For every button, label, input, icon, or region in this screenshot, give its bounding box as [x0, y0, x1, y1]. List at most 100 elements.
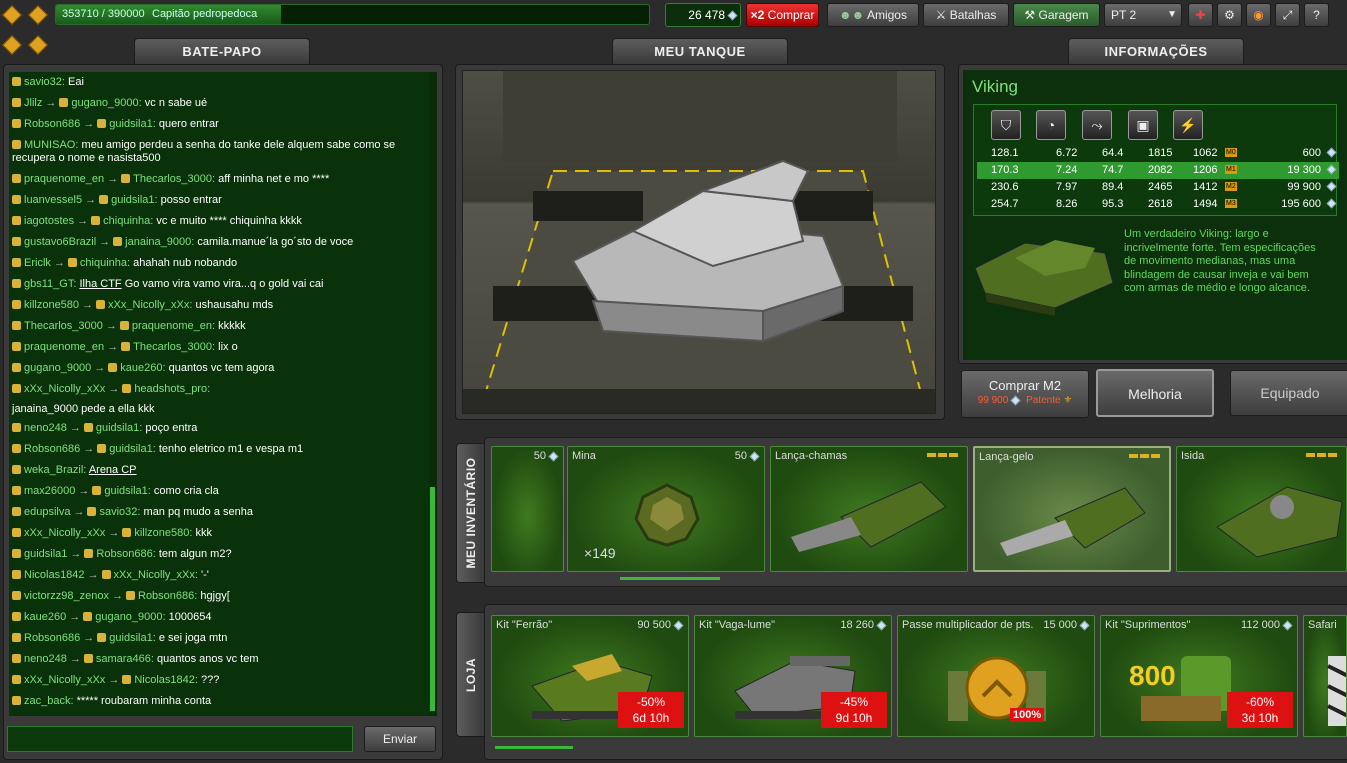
fullscreen-button[interactable]: ⤢	[1275, 3, 1300, 27]
stats-row[interactable]: 170.3 7.24 74.7 2082 1206 M1 19 300	[977, 162, 1339, 179]
chat-sender[interactable]: Robson686	[24, 632, 80, 644]
rank-icon	[101, 570, 111, 579]
inventory-item[interactable]: Isida	[1176, 446, 1347, 572]
chat-recipient[interactable]: janaina_9000:	[125, 236, 194, 248]
inventory-item[interactable]: 50	[491, 446, 564, 572]
chat-recipient[interactable]: kaue260:	[120, 362, 165, 374]
shop-item-price: 90 500	[637, 619, 684, 631]
chat-scrollbar[interactable]	[429, 72, 437, 716]
chat-sender[interactable]: Ericlk	[24, 257, 51, 269]
chat-sender[interactable]: gugano_9000	[24, 362, 91, 374]
chat-recipient[interactable]: guidsila1:	[109, 632, 155, 644]
crystal-icon	[1326, 181, 1337, 192]
chat-sender[interactable]: neno248	[24, 653, 67, 665]
chat-recipient[interactable]: Thecarlos_3000:	[133, 341, 215, 353]
stats-row[interactable]: 254.7 8.26 95.3 2618 1494 M3 195 600	[977, 196, 1339, 213]
shop-item[interactable]: Safari	[1303, 615, 1347, 737]
chat-sender[interactable]: edupsilva	[24, 506, 70, 518]
help-button[interactable]: ?	[1304, 3, 1329, 27]
settings-button[interactable]: ⚙	[1217, 3, 1242, 27]
chat-recipient[interactable]: chiquinha:	[103, 215, 153, 227]
chat-sender[interactable]: savio32:	[24, 76, 65, 88]
chat-sender[interactable]: gbs11_GT:	[24, 278, 76, 290]
chat-recipient[interactable]: guidsila1:	[109, 118, 155, 130]
buy-m2-button[interactable]: Comprar M2 99 900 Patente ⚜	[961, 370, 1089, 418]
chat-sender[interactable]: praquenome_en	[24, 173, 104, 185]
shop-item[interactable]: Kit "Suprimentos" 112 000 800 -60% 3d 10h	[1100, 615, 1298, 737]
chat-recipient[interactable]: savio32:	[99, 506, 140, 518]
chat-recipient[interactable]: praquenome_en:	[132, 320, 215, 332]
chat-recipient[interactable]: gugano_9000:	[95, 611, 165, 623]
inventory-item[interactable]: Mina 50 ×149	[567, 446, 765, 572]
stats-row[interactable]: 128.1 6.72 64.4 1815 1062 M0 600	[977, 145, 1339, 162]
shop-item[interactable]: Kit "Vaga-lume" 18 260 -45% 9d 10h	[694, 615, 892, 737]
chat-recipient[interactable]: guidsila1:	[104, 485, 150, 497]
inventory-item[interactable]: Lança-chamas	[770, 446, 968, 572]
chat-sender[interactable]: kaue260	[24, 611, 66, 623]
chat-message: neno248 → guidsila1: poço entra	[9, 418, 429, 439]
chat-sender[interactable]: Jlilz	[24, 97, 42, 109]
chat-sender[interactable]: victorzz98_zenox	[24, 590, 109, 602]
chat-sender[interactable]: weka_Brazil:	[24, 464, 86, 476]
chat-recipient[interactable]: Thecarlos_3000:	[133, 173, 215, 185]
chat-sender[interactable]: xXx_Nicolly_xXx	[24, 527, 105, 539]
shop-item[interactable]: Passe multiplicador de pts. 15 000 100%	[897, 615, 1095, 737]
inventory-item[interactable]: Lança-gelo	[973, 446, 1171, 572]
chat-recipient[interactable]: Robson686:	[96, 548, 155, 560]
chat-sender[interactable]: Nicolas1842	[24, 569, 85, 581]
language-select[interactable]: PT 2 ▼	[1104, 3, 1182, 27]
chat-recipient[interactable]: guidsila1:	[96, 422, 142, 434]
rank-icon	[12, 633, 21, 642]
chat-recipient[interactable]: Robson686:	[138, 590, 197, 602]
stat-value: 2082	[1148, 164, 1173, 176]
help-icon: ?	[1313, 8, 1320, 22]
chat-sender[interactable]: neno248	[24, 422, 67, 434]
buy-crystals-button[interactable]: ×2 Comprar	[746, 3, 819, 27]
garage-button[interactable]: ⚒ Garagem	[1013, 3, 1100, 27]
equipped-button[interactable]: Equipado	[1230, 370, 1347, 416]
rank-name: Capitão pedropedoca	[152, 8, 258, 20]
sound-button[interactable]: ◉	[1246, 3, 1271, 27]
upgrade-button[interactable]: Melhoria	[1096, 369, 1214, 417]
chat-recipient[interactable]: guidsila1:	[109, 443, 155, 455]
battle-link[interactable]: Arena CP	[89, 464, 137, 476]
chat-sender[interactable]: max26000	[24, 485, 75, 497]
add-user-button[interactable]: ✚	[1188, 3, 1213, 27]
chat-recipient[interactable]: samara466:	[96, 653, 154, 665]
chat-input[interactable]	[7, 726, 353, 752]
chat-recipient[interactable]: killzone580:	[134, 527, 192, 539]
chat-sender[interactable]: killzone580	[24, 299, 79, 311]
chat-sender[interactable]: praquenome_en	[24, 341, 104, 353]
buy-m2-price: 99 900	[977, 395, 1009, 406]
chat-sender[interactable]: Thecarlos_3000	[24, 320, 103, 332]
chat-sender[interactable]: Robson686	[24, 118, 80, 130]
chat-sender[interactable]: gustavo6Brazil	[24, 236, 96, 248]
stat-value: 1494	[1193, 198, 1218, 210]
stats-row[interactable]: 230.6 7.97 89.4 2465 1412 M2 99 900	[977, 179, 1339, 196]
chat-sender[interactable]: luanvessel5	[24, 194, 82, 206]
chat-recipient[interactable]: gugano_9000:	[71, 97, 141, 109]
chat-message: MUNISAO: meu amigo perdeu a senha do tan…	[9, 135, 429, 169]
friends-button[interactable]: ☻☻ Amigos	[827, 3, 919, 27]
inventory-scrollbar[interactable]	[620, 577, 720, 580]
chat-recipient[interactable]: chiquinha:	[80, 257, 130, 269]
chat-sender[interactable]: xXx_Nicolly_xXx	[24, 383, 105, 395]
chat-recipient[interactable]: headshots_pro:	[134, 383, 210, 395]
chat-sender[interactable]: guidsila1	[24, 548, 67, 560]
shop-item[interactable]: Kit "Ferrão" 90 500 -50% 6d 10h	[491, 615, 689, 737]
chat-sender[interactable]: Robson686	[24, 443, 80, 455]
send-button[interactable]: Enviar	[364, 726, 436, 752]
chat-recipient[interactable]: xXx_Nicolly_xXx:	[108, 299, 192, 311]
chat-recipient[interactable]: xXx_Nicolly_xXx:	[114, 569, 198, 581]
chat-recipient[interactable]: Nicolas1842:	[134, 674, 198, 686]
chat-sender[interactable]: xXx_Nicolly_xXx	[24, 674, 105, 686]
battle-link[interactable]: Ilha CTF	[79, 278, 121, 290]
chat-sender[interactable]: iagotostes	[24, 215, 74, 227]
chat-sender[interactable]: zac_back:	[24, 695, 74, 707]
tank-viewport[interactable]	[462, 70, 936, 414]
chat-recipient[interactable]: guidsila1:	[111, 194, 157, 206]
chat-sender[interactable]: MUNISAO:	[24, 139, 78, 151]
chat-scroll-thumb[interactable]	[430, 487, 435, 711]
shop-scrollbar[interactable]	[495, 746, 573, 749]
battles-button[interactable]: ⚔ Batalhas	[923, 3, 1009, 27]
